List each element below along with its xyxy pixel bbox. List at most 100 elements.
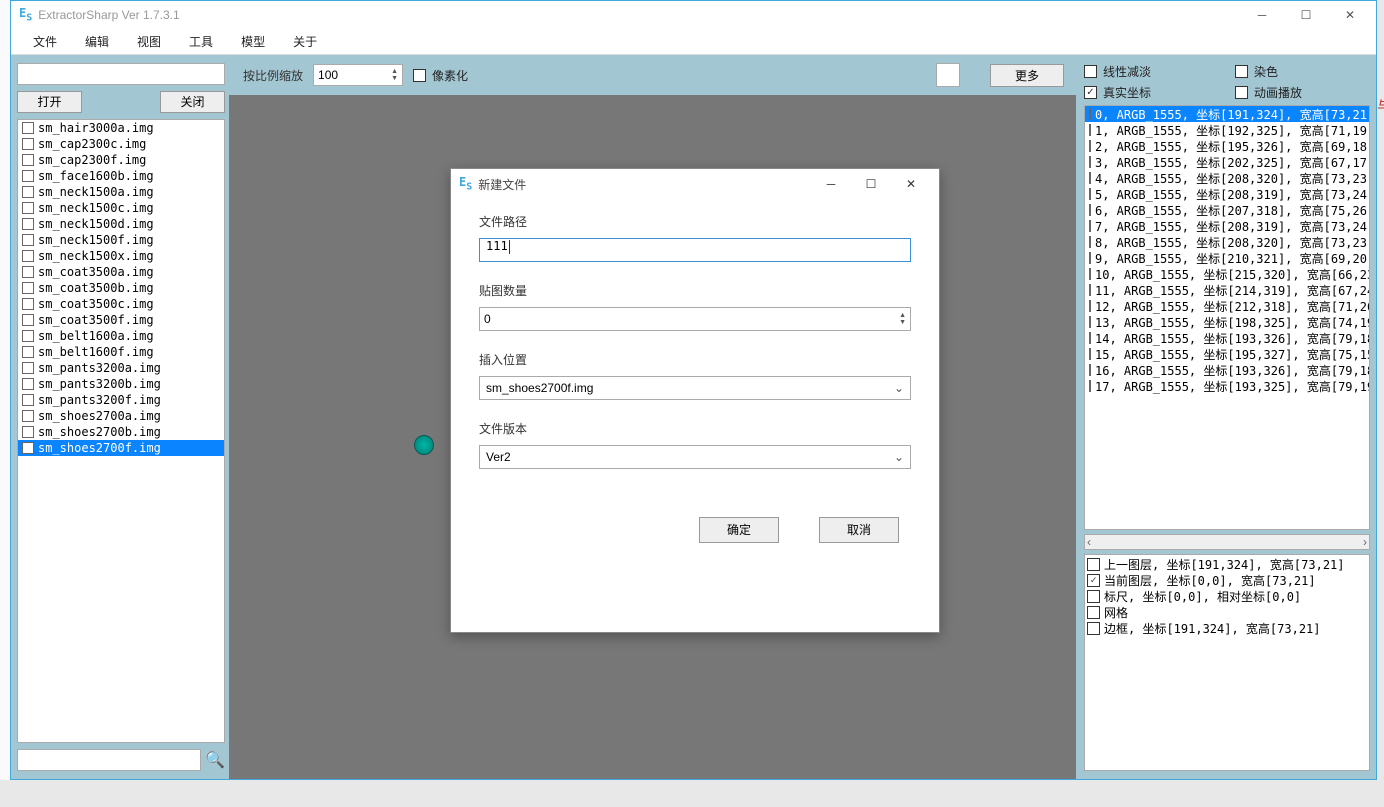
checkbox-icon[interactable] [22,282,34,294]
option-linear-dodge[interactable]: 线性减淡 [1084,63,1219,80]
option-anim-play[interactable]: 动画播放 [1235,84,1370,101]
file-list[interactable]: sm_hair3000a.imgsm_cap2300c.imgsm_cap230… [17,119,225,743]
checkbox-icon[interactable] [22,378,34,390]
pixelate-checkbox[interactable]: 像素化 [413,67,468,84]
minimize-button[interactable]: ─ [1240,1,1284,29]
horizontal-scrollbar[interactable]: ‹› [1084,534,1370,550]
frame-list-item[interactable]: 16, ARGB_1555, 坐标[193,326], 宽高[79,18], [1085,362,1369,378]
file-list-item[interactable]: sm_cap2300f.img [18,152,224,168]
spin-down-icon[interactable]: ▼ [391,75,398,82]
checkbox-icon[interactable] [22,314,34,326]
checkbox-icon[interactable] [22,234,34,246]
frame-list-item[interactable]: 2, ARGB_1555, 坐标[195,326], 宽高[69,18], [1085,138,1369,154]
menu-view[interactable]: 视图 [123,29,175,54]
dialog-close-button[interactable]: ✕ [891,170,931,198]
file-list-item[interactable]: sm_coat3500c.img [18,296,224,312]
file-list-item[interactable]: sm_shoes2700a.img [18,408,224,424]
dialog-titlebar[interactable]: ES 新建文件 ─ ☐ ✕ [451,169,939,199]
file-list-item[interactable]: sm_belt1600a.img [18,328,224,344]
checkbox-icon[interactable] [1089,380,1091,392]
menu-file[interactable]: 文件 [19,29,71,54]
search-input[interactable] [17,749,201,771]
menu-about[interactable]: 关于 [279,29,331,54]
layer-list-item[interactable]: ✓当前图层, 坐标[0,0], 宽高[73,21] [1087,573,1367,589]
file-list-item[interactable]: sm_hair3000a.img [18,120,224,136]
checkbox-icon[interactable] [1087,622,1100,635]
checkbox-icon[interactable] [1089,252,1091,264]
file-list-item[interactable]: sm_neck1500f.img [18,232,224,248]
layer-list-item[interactable]: 边框, 坐标[191,324], 宽高[73,21] [1087,621,1367,637]
layer-list-item[interactable]: 上一图层, 坐标[191,324], 宽高[73,21] [1087,557,1367,573]
file-list-item[interactable]: sm_pants3200a.img [18,360,224,376]
checkbox-icon[interactable] [1089,268,1091,280]
checkbox-icon[interactable] [1089,140,1091,152]
file-list-item[interactable]: sm_face1600b.img [18,168,224,184]
close-button[interactable]: ✕ [1328,1,1372,29]
version-select[interactable]: Ver2 ⌄ [479,445,911,469]
file-list-item[interactable]: sm_neck1500x.img [18,248,224,264]
frame-list[interactable]: 0, ARGB_1555, 坐标[191,324], 宽高[73,21],1, … [1084,105,1370,530]
frame-list-item[interactable]: 14, ARGB_1555, 坐标[193,326], 宽高[79,18], [1085,330,1369,346]
checkbox-icon[interactable] [22,266,34,278]
file-list-item[interactable]: sm_pants3200f.img [18,392,224,408]
checkbox-icon[interactable] [1087,558,1100,571]
menu-model[interactable]: 模型 [227,29,279,54]
checkbox-icon[interactable] [1089,108,1091,120]
file-list-item[interactable]: sm_neck1500c.img [18,200,224,216]
checkbox-icon[interactable] [1089,188,1091,200]
frame-list-item[interactable]: 13, ARGB_1555, 坐标[198,325], 宽高[74,19], [1085,314,1369,330]
checkbox-icon[interactable] [22,442,34,454]
checkbox-icon[interactable] [22,298,34,310]
checkbox-icon[interactable] [1089,300,1091,312]
dialog-minimize-button[interactable]: ─ [811,170,851,198]
frame-list-item[interactable]: 11, ARGB_1555, 坐标[214,319], 宽高[67,24], [1085,282,1369,298]
more-button[interactable]: 更多 [990,64,1064,87]
checkbox-icon[interactable] [1087,606,1100,619]
checkbox-icon[interactable] [1089,236,1091,248]
frame-list-item[interactable]: 1, ARGB_1555, 坐标[192,325], 宽高[71,19], [1085,122,1369,138]
checkbox-icon[interactable] [22,186,34,198]
menu-tool[interactable]: 工具 [175,29,227,54]
path-field[interactable]: 111 [479,238,911,262]
menu-edit[interactable]: 编辑 [71,29,123,54]
file-list-item[interactable]: sm_coat3500b.img [18,280,224,296]
maximize-button[interactable]: ☐ [1284,1,1328,29]
checkbox-icon[interactable] [1089,220,1091,232]
checkbox-icon[interactable] [22,154,34,166]
color-swatch[interactable] [936,63,960,87]
checkbox-icon[interactable] [1089,284,1091,296]
checkbox-icon[interactable] [22,138,34,150]
ok-button[interactable]: 确定 [699,517,779,543]
scroll-left-icon[interactable]: ‹ [1087,535,1091,549]
checkbox-icon[interactable] [1089,124,1091,136]
checkbox-icon[interactable] [1089,348,1091,360]
checkbox-icon[interactable] [22,202,34,214]
search-icon[interactable]: 🔍 [205,750,225,770]
option-real-coord[interactable]: ✓真实坐标 [1084,84,1219,101]
checkbox-icon[interactable] [1089,332,1091,344]
checkbox-icon[interactable]: ✓ [1087,574,1100,587]
frame-list-item[interactable]: 0, ARGB_1555, 坐标[191,324], 宽高[73,21], [1085,106,1369,122]
scroll-right-icon[interactable]: › [1363,535,1367,549]
frame-list-item[interactable]: 12, ARGB_1555, 坐标[212,318], 宽高[71,26], [1085,298,1369,314]
checkbox-icon[interactable] [22,250,34,262]
layer-list-item[interactable]: 网格 [1087,605,1367,621]
open-button[interactable]: 打开 [17,91,82,113]
checkbox-icon[interactable] [22,410,34,422]
frame-list-item[interactable]: 7, ARGB_1555, 坐标[208,319], 宽高[73,24], [1085,218,1369,234]
checkbox-icon[interactable] [1089,364,1091,376]
option-dye[interactable]: 染色 [1235,63,1370,80]
checkbox-icon[interactable] [1089,316,1091,328]
dialog-maximize-button[interactable]: ☐ [851,170,891,198]
spin-up-icon[interactable]: ▲ [391,68,398,75]
checkbox-icon[interactable] [22,426,34,438]
path-input[interactable] [17,63,225,85]
frame-list-item[interactable]: 5, ARGB_1555, 坐标[208,319], 宽高[73,24], [1085,186,1369,202]
count-field[interactable]: 0 ▲▼ [479,307,911,331]
file-list-item[interactable]: sm_neck1500d.img [18,216,224,232]
spin-down-icon[interactable]: ▼ [899,319,906,326]
frame-list-item[interactable]: 15, ARGB_1555, 坐标[195,327], 宽高[75,15], [1085,346,1369,362]
checkbox-icon[interactable] [1089,204,1091,216]
frame-list-item[interactable]: 9, ARGB_1555, 坐标[210,321], 宽高[69,20], [1085,250,1369,266]
checkbox-icon[interactable] [22,394,34,406]
